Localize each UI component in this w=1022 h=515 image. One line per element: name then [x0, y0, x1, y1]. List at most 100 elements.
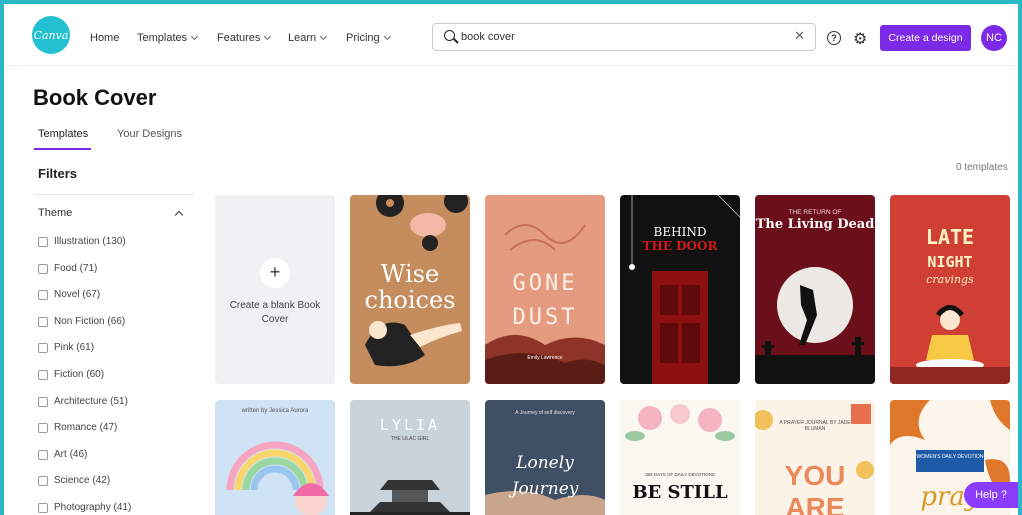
- cover-title-line1: LATE: [925, 225, 975, 249]
- checkbox[interactable]: [38, 236, 48, 247]
- checkbox[interactable]: [38, 422, 48, 433]
- cover-title-line2: Journey: [511, 479, 579, 499]
- filter-item[interactable]: Architecture (51): [38, 396, 128, 407]
- filter-item[interactable]: Romance (47): [38, 422, 117, 433]
- tab-your-designs[interactable]: Your Designs: [117, 128, 182, 140]
- checkbox[interactable]: [38, 396, 48, 407]
- search-bar[interactable]: ✕: [432, 23, 816, 51]
- template-card-living-dead[interactable]: THE RETURN OF The Living Dead: [755, 195, 875, 384]
- cover-subtitle: THE LILAC GIRL: [390, 436, 430, 442]
- cover-subtitle: A PRAYER JOURNAL BY JADE BLUMAN: [779, 420, 851, 432]
- filter-item[interactable]: Novel (67): [38, 289, 100, 300]
- cover-subtitle: 365 DAYS OF DAILY DEVOTIONS: [645, 472, 715, 477]
- theme-heading[interactable]: Theme: [38, 207, 72, 219]
- filter-count: (47): [99, 422, 118, 433]
- filter-label: Non Fiction: [54, 316, 105, 327]
- template-card-gone-dust[interactable]: GONE DUST Emily Lawrence: [485, 195, 605, 384]
- nav-pricing-label: Pricing: [346, 32, 380, 44]
- avatar[interactable]: NC: [981, 25, 1007, 51]
- checkbox[interactable]: [38, 263, 48, 274]
- cover-title: GONE DUST: [485, 267, 605, 335]
- cover-title-line2: choices: [364, 286, 456, 314]
- filter-label: Illustration: [54, 236, 100, 247]
- nav-learn[interactable]: Learn: [288, 32, 328, 44]
- filter-count: (61): [76, 342, 95, 353]
- filter-label: Science: [54, 475, 90, 486]
- nav-templates[interactable]: Templates: [137, 32, 199, 44]
- checkbox[interactable]: [38, 449, 48, 460]
- nav-templates-label: Templates: [137, 32, 188, 44]
- cover-subtitle: WOMEN'S DAILY DEVOTION: [916, 450, 984, 472]
- filter-count: (130): [102, 236, 126, 247]
- template-card-wise-choices[interactable]: Wise choices: [350, 195, 470, 384]
- cover-title-line1: Wise: [380, 260, 440, 288]
- checkbox[interactable]: [38, 342, 48, 353]
- checkbox[interactable]: [38, 316, 48, 327]
- filter-label: Photography: [54, 502, 111, 513]
- checkbox[interactable]: [38, 502, 48, 513]
- filter-count: (42): [92, 475, 111, 486]
- nav-home[interactable]: Home: [90, 32, 119, 44]
- cover-title: LYLIA: [379, 416, 441, 434]
- search-input[interactable]: [461, 29, 761, 45]
- nav-features[interactable]: Features: [217, 32, 272, 44]
- cover-title-line1: GONE: [512, 271, 578, 296]
- filter-item[interactable]: Pink (61): [38, 342, 94, 353]
- filter-label: Food: [54, 263, 77, 274]
- clear-icon[interactable]: ✕: [794, 28, 805, 44]
- page-title: Book Cover: [33, 85, 157, 110]
- nav-pricing[interactable]: Pricing: [346, 32, 391, 44]
- filter-label: Fiction: [54, 369, 84, 380]
- template-card-late-night-cravings[interactable]: LATE NIGHT cravings: [890, 195, 1010, 384]
- template-card-behind-the-door[interactable]: BEHIND THE DOOR: [620, 195, 740, 384]
- filter-count: (46): [69, 449, 88, 460]
- chevron-down-icon: [191, 32, 199, 41]
- checkbox[interactable]: [38, 369, 48, 380]
- checkbox[interactable]: [38, 475, 48, 486]
- checkbox[interactable]: [38, 289, 48, 300]
- cover-title-line3: cravings: [926, 273, 974, 286]
- filter-item[interactable]: Food (71): [38, 263, 97, 274]
- cover-title-line1: Lonely: [516, 453, 574, 473]
- filter-label: Architecture: [54, 396, 108, 407]
- filter-item[interactable]: Illustration (130): [38, 236, 126, 247]
- gear-icon[interactable]: ⚙: [853, 29, 867, 49]
- cover-title-line2: THE DOOR: [642, 239, 718, 253]
- filter-item[interactable]: Science (42): [38, 475, 110, 486]
- nav-features-label: Features: [217, 32, 261, 44]
- cover-title-line1: BEHIND: [653, 225, 707, 239]
- create-blank-label: Create a blank Book Cover: [229, 300, 321, 325]
- template-card-you-are[interactable]: A PRAYER JOURNAL BY JADE BLUMAN YOU ARE: [755, 400, 875, 515]
- template-card-lonely-journey[interactable]: A Journey of self discovery Lonely Journe…: [485, 400, 605, 515]
- sidebar-divider: [34, 194, 194, 195]
- top-navigation: Canva Home Templates Features Learn Pric…: [4, 4, 1018, 66]
- help-button[interactable]: Help ?: [964, 482, 1018, 508]
- help-icon[interactable]: ?: [827, 31, 841, 45]
- cover-byline: written by Jessica Aurora: [241, 408, 309, 414]
- cover-title-line2: DUST: [512, 305, 578, 330]
- chevron-up-icon[interactable]: [174, 210, 184, 220]
- filter-item[interactable]: Non Fiction (66): [38, 316, 125, 327]
- cover-subtitle: THE RETURN OF: [788, 209, 842, 216]
- filter-label: Romance: [54, 422, 97, 433]
- filter-count: (60): [86, 369, 105, 380]
- filter-item[interactable]: Art (46): [38, 449, 87, 460]
- template-count: 0 templates: [956, 162, 1008, 173]
- tab-templates[interactable]: Templates: [38, 128, 88, 140]
- cover-author: Emily Lawrence: [527, 355, 563, 361]
- template-card-rainbow[interactable]: written by Jessica Aurora: [215, 400, 335, 515]
- canva-logo[interactable]: Canva: [32, 16, 70, 54]
- template-card-lylia[interactable]: LYLIA THE LILAC GIRL: [350, 400, 470, 515]
- create-design-button[interactable]: Create a design: [880, 25, 971, 51]
- filter-count: (51): [110, 396, 128, 407]
- cover-subtitle: A Journey of self discovery: [515, 410, 575, 416]
- cover-title: Lonely Journey: [485, 450, 605, 502]
- filter-item[interactable]: Photography (41): [38, 502, 131, 513]
- cover-title: Wise choices: [350, 261, 470, 313]
- filter-item[interactable]: Fiction (60): [38, 369, 104, 380]
- active-tab-underline: [34, 148, 91, 150]
- plus-icon: +: [260, 258, 290, 288]
- template-card-be-still[interactable]: 365 DAYS OF DAILY DEVOTIONS BE STILL: [620, 400, 740, 515]
- create-blank-card[interactable]: + Create a blank Book Cover: [215, 195, 335, 384]
- filter-count: (66): [107, 316, 126, 327]
